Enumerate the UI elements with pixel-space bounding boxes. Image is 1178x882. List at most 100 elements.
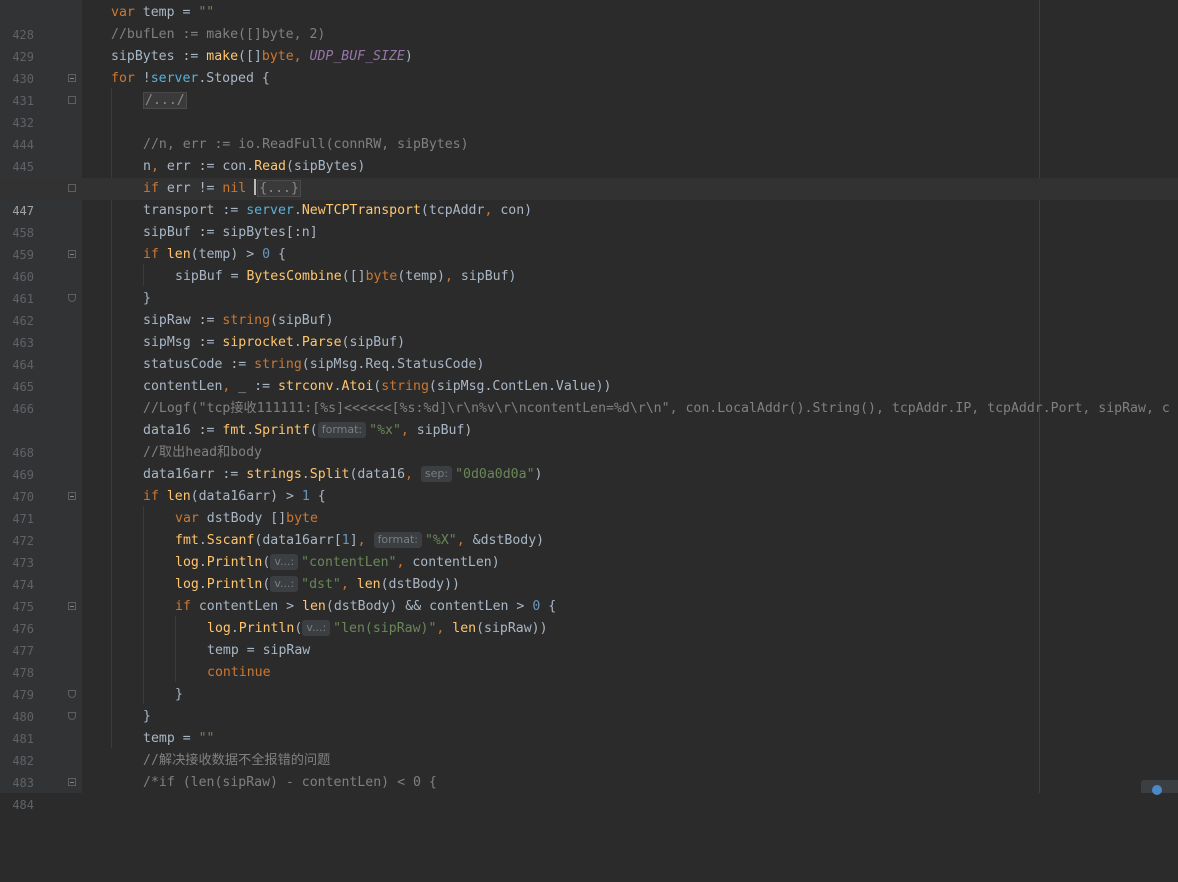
token: ] — [349, 533, 358, 548]
code-line[interactable]: 477 log.Println(v...: "len(sipRaw)", len(… — [0, 618, 1178, 658]
code-line[interactable]: 462 } — [0, 288, 1178, 328]
code-line[interactable]: 484 /*if (len(sipRaw) - contentLen) < 0 … — [0, 772, 1178, 812]
code-line-current[interactable]: 447 if err != nil {...} — [0, 178, 1178, 218]
fold-toggle-icon[interactable] — [68, 184, 76, 192]
browser-popup-widget[interactable] — [1141, 780, 1178, 795]
fold-toggle-icon[interactable] — [68, 778, 76, 786]
code-comment: //解决接收数据不全报错的问题 — [143, 753, 331, 768]
fold-toggle-icon[interactable] — [68, 250, 76, 258]
code-line[interactable]: 469 //取出head和body — [0, 442, 1178, 482]
token: ) — [404, 49, 413, 64]
code-line[interactable]: 465 statusCode := string(sipMsg.Req.Stat… — [0, 354, 1178, 394]
code-text: fmt.Sscanf(data16arr[1], format: "%X", &d… — [175, 530, 544, 552]
fold-toggle-icon[interactable] — [68, 74, 76, 82]
fold-end-icon[interactable] — [68, 690, 76, 698]
code-line[interactable]: 481 } — [0, 706, 1178, 746]
code-text: data16arr := strings.Split(data16, sep: "… — [143, 464, 542, 486]
code-line[interactable]: 430 sipBytes := make([]byte, UDP_BUF_SIZ… — [0, 46, 1178, 86]
code-line[interactable]: 431 for !server.Stoped { — [0, 68, 1178, 108]
token: Split — [309, 467, 350, 482]
folded-region[interactable]: {...} — [257, 180, 301, 197]
code-line[interactable]: 471 if len(data16arr) > 1 { — [0, 486, 1178, 526]
code-line[interactable]: 461 sipBuf = BytesCombine([]byte(temp), … — [0, 266, 1178, 306]
code-text: data16 := fmt.Sprintf(format: "%x", sipBu… — [143, 420, 472, 442]
code-line[interactable]: 483 //解决接收数据不全报错的问题 — [0, 750, 1178, 790]
token: data16 := — [143, 423, 223, 438]
token: (sipBytes) — [285, 159, 366, 174]
code-line[interactable]: 473 fmt.Sscanf(data16arr[1], format: "%X"… — [0, 530, 1178, 570]
token: "contentLen" — [301, 555, 397, 570]
token: , — [357, 533, 374, 548]
token: string — [254, 357, 302, 372]
parameter-hint: format: — [373, 532, 422, 548]
token: ( — [262, 555, 271, 570]
token: temp = — [134, 5, 199, 20]
token: len — [356, 577, 381, 592]
token: Println — [206, 577, 263, 592]
code-line[interactable]: 446 n, err := con.Read(sipBytes) — [0, 156, 1178, 196]
token: Println — [238, 621, 295, 636]
token: make — [206, 49, 239, 64]
code-line[interactable]: 480 } — [0, 684, 1178, 724]
code-text: if len(data16arr) > 1 { — [143, 486, 326, 508]
code-line[interactable]: 464 sipMsg := siprocket.Parse(sipBuf) — [0, 332, 1178, 372]
token: { — [309, 489, 326, 504]
fold-toggle-icon[interactable] — [68, 96, 76, 104]
code-line[interactable]: 460 if len(temp) > 0 { — [0, 244, 1178, 284]
parameter-hint: v...: — [270, 554, 299, 570]
token: UDP_BUF_SIZE — [309, 49, 405, 64]
code-line[interactable]: 479 continue — [0, 662, 1178, 702]
token: , — [396, 555, 413, 570]
code-line[interactable]: 428 var temp = "" — [0, 2, 1178, 42]
code-line[interactable]: 444 — [0, 112, 1178, 152]
code-line[interactable]: 468 data16 := fmt.Sprintf(format: "%x", s… — [0, 420, 1178, 460]
token: contentLen > — [190, 599, 303, 614]
code-line[interactable]: 472 var dstBody []byte — [0, 508, 1178, 548]
globe-icon[interactable] — [1152, 785, 1162, 795]
code-comment: /*if (len(sipRaw) - contentLen) < 0 { — [143, 775, 437, 790]
fold-end-icon[interactable] — [68, 294, 76, 302]
code-line[interactable]: 475 log.Println(v...: "dst", len(dstBody)… — [0, 574, 1178, 614]
text-caret — [254, 179, 257, 195]
token: Sscanf — [206, 533, 255, 548]
folded-region[interactable]: /.../ — [143, 92, 187, 109]
token: ([] — [238, 49, 262, 64]
token: . — [293, 203, 302, 218]
token: . — [198, 555, 207, 570]
token: string — [222, 313, 271, 328]
code-line[interactable]: 429 //bufLen := make([]byte, 2) — [0, 24, 1178, 64]
token: "dst" — [301, 577, 341, 592]
code-line[interactable]: 458 transport := server.NewTCPTransport(… — [0, 200, 1178, 240]
code-line[interactable]: 432 /.../ — [0, 90, 1178, 130]
code-text: transport := server.NewTCPTransport(tcpA… — [143, 200, 532, 222]
fold-toggle-icon[interactable] — [68, 492, 76, 500]
code-line[interactable]: 466 contentLen, _ := strconv.Atoi(string… — [0, 376, 1178, 416]
code-line[interactable]: 474 log.Println(v...: "contentLen", conte… — [0, 552, 1178, 592]
code-line[interactable]: 476 if contentLen > len(dstBody) && cont… — [0, 596, 1178, 636]
code-text: var temp = "" — [111, 2, 214, 24]
code-line[interactable]: 470 data16arr := strings.Split(data16, s… — [0, 464, 1178, 504]
code-line[interactable]: 445 //n, err := io.ReadFull(connRW, sipB… — [0, 134, 1178, 174]
token: ! — [134, 71, 151, 86]
code-line[interactable]: 459 sipBuf := sipBytes[:n] — [0, 222, 1178, 262]
code-line[interactable]: 478 temp = sipRaw — [0, 640, 1178, 680]
code-text: } — [143, 709, 151, 724]
token: "len(sipRaw)" — [333, 621, 437, 636]
token: (sipBuf) — [270, 313, 334, 328]
code-line[interactable]: 482 temp = "" — [0, 728, 1178, 768]
code-editor[interactable]: 428 var temp = "" 429 //bufLen := make([… — [0, 0, 1178, 812]
token: transport := — [143, 203, 247, 218]
token: byte — [261, 49, 294, 64]
parameter-hint: v...: — [302, 620, 331, 636]
code-line[interactable]: 467 //Logf("tcp接收111111:[%s]<<<<<<[%s:%d… — [0, 398, 1178, 420]
token: log — [207, 621, 231, 636]
token: . — [198, 577, 207, 592]
code-text: sipMsg := siprocket.Parse(sipBuf) — [143, 332, 405, 354]
token: nil — [222, 181, 247, 196]
fold-end-icon[interactable] — [68, 712, 76, 720]
token: (data16arr) > — [190, 489, 302, 504]
fold-toggle-icon[interactable] — [68, 602, 76, 610]
token: server — [246, 203, 294, 218]
code-line[interactable]: 463 sipRaw := string(sipBuf) — [0, 310, 1178, 350]
